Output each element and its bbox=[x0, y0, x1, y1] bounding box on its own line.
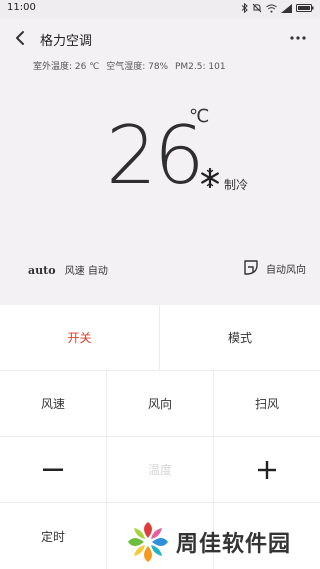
direction-icon bbox=[244, 260, 258, 275]
plus-icon bbox=[258, 460, 276, 479]
wifi-icon bbox=[266, 4, 277, 13]
temperature-decrease-button[interactable] bbox=[0, 437, 107, 503]
bluetooth-icon bbox=[241, 3, 248, 13]
snowflake-icon bbox=[201, 168, 219, 188]
status-bar: 11:00 bbox=[0, 0, 320, 18]
temperature-display: 26 ℃ 制冷 bbox=[100, 106, 270, 212]
fan-direction-status: 自动风向 bbox=[242, 259, 306, 277]
mode-label: 制冷 bbox=[224, 178, 249, 192]
signal-icon bbox=[281, 3, 292, 13]
zhoujia-logo-icon bbox=[128, 521, 168, 562]
pm25-value: PM2.5: 101 bbox=[174, 62, 226, 72]
air-humidity: 空气湿度: 78% bbox=[106, 62, 169, 72]
watermark: 周佳软件园 bbox=[126, 514, 320, 569]
temperature-value: 26 bbox=[106, 109, 205, 202]
timer-button[interactable]: 定时 bbox=[0, 503, 107, 569]
environment-info: 室外温度: 26 ℃ 空气湿度: 78% PM2.5: 101 bbox=[33, 59, 230, 72]
fan-direction-label: 自动风向 bbox=[266, 264, 306, 276]
mute-bell-icon bbox=[252, 3, 262, 13]
minus-icon bbox=[43, 468, 63, 471]
temperature-unit: ℃ bbox=[189, 106, 210, 127]
status-time: 11:00 bbox=[7, 2, 36, 13]
more-options-icon[interactable] bbox=[290, 36, 306, 40]
temperature-increase-button[interactable] bbox=[214, 437, 320, 503]
fan-speed-button[interactable]: 风速 bbox=[0, 371, 107, 437]
back-arrow-icon[interactable] bbox=[10, 28, 30, 48]
temperature-label: 温度 bbox=[107, 437, 214, 503]
auto-badge: auto bbox=[28, 264, 56, 277]
outdoor-temperature: 室外温度: 26 ℃ bbox=[33, 62, 100, 72]
mode-button[interactable]: 模式 bbox=[160, 305, 320, 371]
power-button[interactable]: 开关 bbox=[0, 305, 160, 371]
header: 格力空调 bbox=[0, 22, 320, 54]
swing-button[interactable]: 扫风 bbox=[214, 371, 320, 437]
fan-speed-status: auto 风速 自动 bbox=[28, 262, 108, 277]
status-icons bbox=[241, 3, 314, 13]
battery-icon bbox=[296, 4, 314, 12]
page-title: 格力空调 bbox=[40, 34, 93, 49]
fan-direction-button[interactable]: 风向 bbox=[107, 371, 214, 437]
fan-speed-label: 风速 自动 bbox=[64, 266, 108, 277]
watermark-text: 周佳软件园 bbox=[176, 531, 292, 557]
